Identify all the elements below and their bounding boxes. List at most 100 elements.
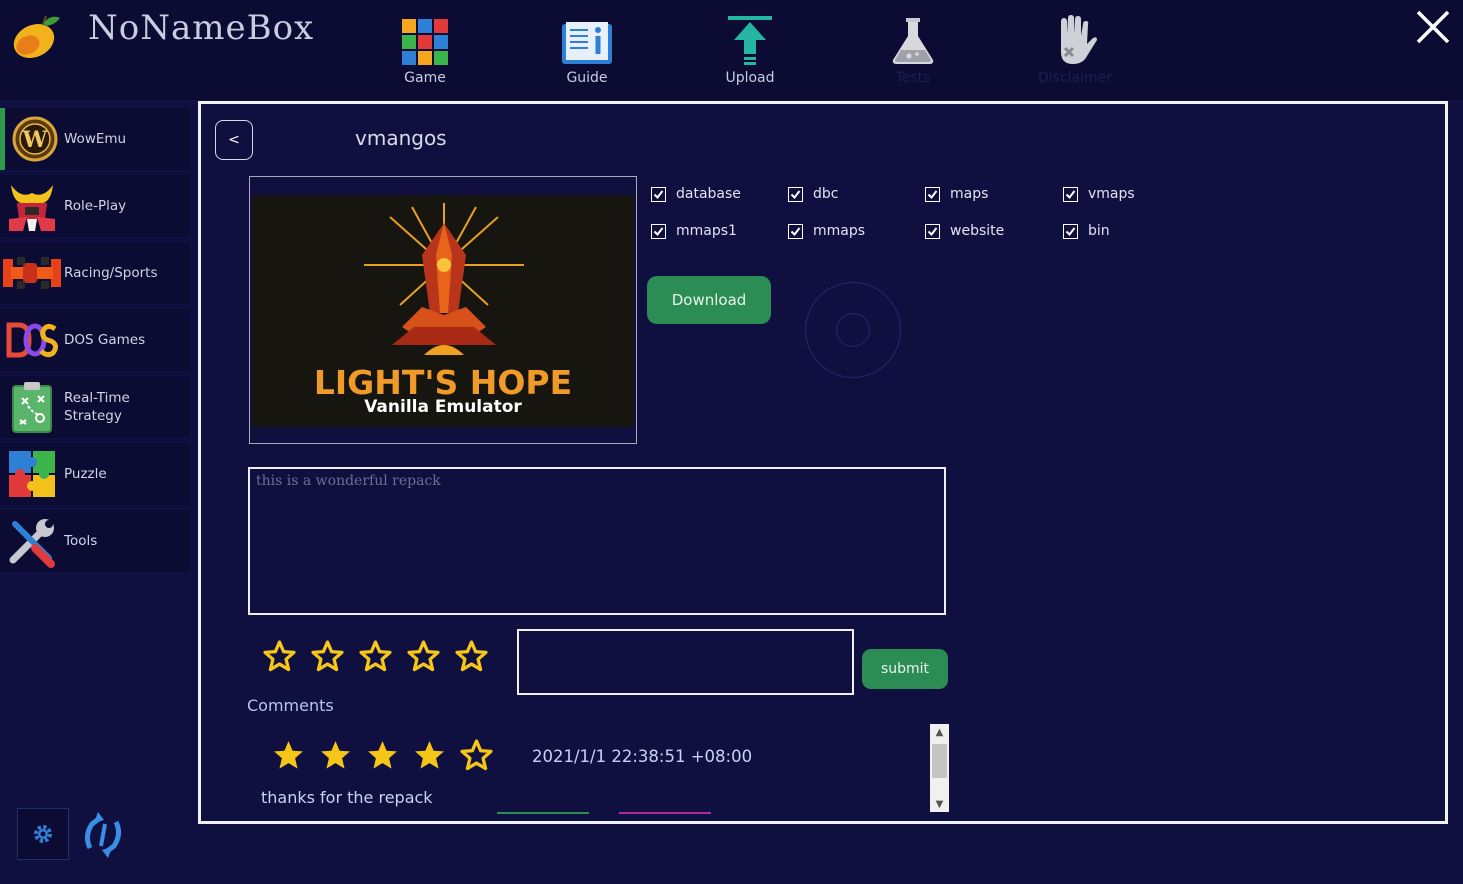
sidebar-item-dos-games[interactable]: DOS Games [0,309,190,371]
checkbox-maps-box[interactable] [925,186,940,202]
wow-logo-icon: W [12,116,57,162]
checkbox-vmaps-box[interactable] [1063,186,1078,202]
checkbox-website[interactable]: website [925,223,1004,239]
comment-timestamp: 2021/1/1 22:38:51 +08:00 [532,747,753,766]
sidebar-item-label: WowEmu [64,131,127,147]
hand-icon [1061,15,1097,64]
sidebar-item-label: Role-Play [64,198,127,214]
samurai-helmet-icon [9,185,55,231]
checkbox-mmaps[interactable]: mmaps [788,223,865,239]
refresh-icon[interactable] [78,810,128,860]
checkbox-vmaps[interactable]: vmaps [1063,186,1135,202]
repack-image: LIGHT'S HOPE Vanilla Emulator [249,176,637,444]
guide-book-icon [562,22,612,64]
checkbox-mmaps1[interactable]: mmaps1 [651,223,737,239]
svg-text:W: W [21,127,47,153]
star-filled-icon [415,741,444,769]
star-outline-icon[interactable] [455,640,488,673]
comment-action-bar-green[interactable] [497,812,589,814]
comment-input[interactable] [517,629,854,695]
lights-hope-logo: LIGHT'S HOPE Vanilla Emulator [252,195,634,427]
description-textbox[interactable]: this is a wonderful repack [248,467,946,615]
check-icon [1065,226,1076,236]
sidebar-item-puzzle[interactable]: Puzzle [0,443,190,505]
scroll-down-icon[interactable]: ▼ [930,796,949,812]
page-title: vmangos [355,126,447,150]
nav-tests-label: Tests [895,70,931,86]
sidebar-item-label: Racing/Sports [64,265,158,281]
nav-tests[interactable]: Tests [858,14,968,86]
star-outline-icon[interactable] [407,640,440,673]
star-outline-icon[interactable] [311,640,344,673]
sidebar-item-label: Tools [64,533,98,549]
comment-action-bar-pink[interactable] [619,812,711,814]
checkbox-database-box[interactable] [651,186,666,202]
back-button[interactable]: < [215,120,253,160]
nav-guide-label: Guide [566,70,608,86]
sidebar-item-role-play[interactable]: Role-Play [0,175,190,237]
rating-input[interactable] [263,640,488,673]
race-car-icon [3,257,61,289]
dos-logo-icon [6,322,59,358]
app-title: NoNameBox [88,8,315,48]
checkbox-database[interactable]: database [651,186,741,202]
puzzle-piece-icon [9,451,55,497]
scrollbar-thumb[interactable] [932,744,947,778]
check-icon [927,189,938,199]
sidebar-item-racing-sports[interactable]: Racing/Sports [0,242,190,304]
checkbox-dbc[interactable]: dbc [788,186,838,202]
submit-button[interactable]: submit [862,649,948,689]
sidebar-item-real-time-strategy[interactable]: Real-Time Strategy [0,376,190,438]
checkbox-mmaps1-box[interactable] [651,223,666,239]
scroll-up-icon[interactable]: ▲ [930,724,949,740]
checkbox-label: database [676,186,741,202]
star-outline-icon[interactable] [359,640,392,673]
checkbox-maps[interactable]: maps [925,186,988,202]
checkbox-label: maps [950,186,989,202]
nav-guide[interactable]: Guide [532,14,642,86]
checkbox-mmaps-box[interactable] [788,223,803,239]
gear-icon [34,825,52,843]
star-filled-icon [321,741,350,769]
close-icon[interactable] [1412,6,1454,48]
nav-game-label: Game [404,70,446,86]
star-outline-icon[interactable] [263,640,296,673]
spinner-inner-ring [836,313,870,347]
checkbox-label: mmaps [813,223,866,239]
nav-upload[interactable]: Upload [695,14,805,86]
game-grid-icon [402,19,448,65]
comments-heading: Comments [247,696,334,715]
sidebar-item-wowemu[interactable]: W WowEmu [0,108,190,170]
check-icon [653,189,664,199]
check-icon [790,226,801,236]
checkbox-label: vmaps [1088,186,1135,202]
nav-disclaimer[interactable]: Disclaimer [1020,14,1130,86]
tools-icon [9,519,55,568]
sidebar: W WowEmu Role-Play Racing/Sports DOS Gam… [0,108,190,577]
strategy-board-icon [12,382,52,433]
sidebar-item-label: Puzzle [64,466,107,482]
detail-panel: < vmangos LIGHT'S HOPE Vanilla Emulator … [198,101,1448,824]
star-filled-icon [368,741,397,769]
check-icon [790,189,801,199]
checkbox-bin-box[interactable] [1063,223,1078,239]
checkbox-website-box[interactable] [925,223,940,239]
download-button[interactable]: Download [647,276,771,324]
comments-scrollbar[interactable]: ▲ ▼ [930,724,949,812]
nav-game[interactable]: Game [370,14,480,86]
checkbox-label: bin [1088,223,1110,239]
checkbox-bin[interactable]: bin [1063,223,1110,239]
check-icon [1065,189,1076,199]
sidebar-item-label: DOS Games [64,332,146,348]
sidebar-item-tools[interactable]: Tools [0,510,190,572]
check-icon [927,226,938,236]
settings-button[interactable] [17,808,69,860]
nav-upload-label: Upload [725,70,775,86]
comment-text: thanks for the repack [261,788,433,807]
upload-arrow-icon [728,16,772,65]
checkbox-dbc-box[interactable] [788,186,803,202]
check-icon [653,226,664,236]
image-subtitle: Vanilla Emulator [364,397,522,417]
mango-logo-icon [13,15,60,59]
checkbox-label: website [950,223,1005,239]
